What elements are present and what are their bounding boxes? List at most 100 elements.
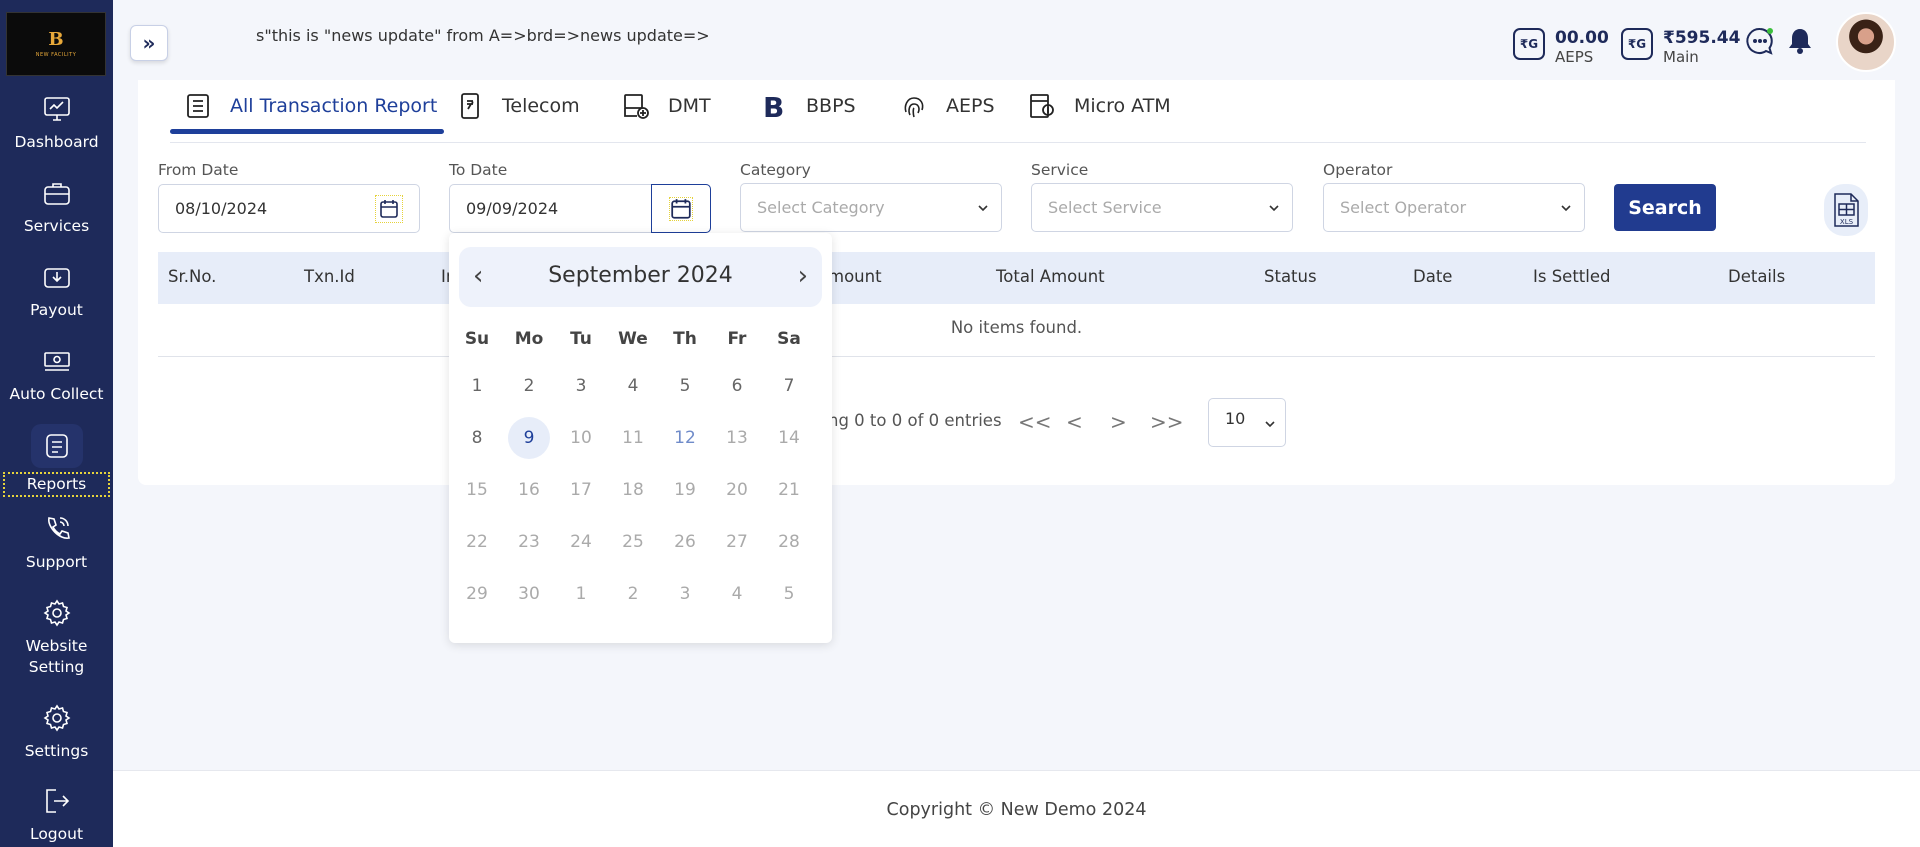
tab-bbps[interactable]: B BBPS bbox=[760, 80, 856, 132]
calendar-day[interactable]: 4 bbox=[612, 365, 654, 407]
gear-icon bbox=[43, 704, 70, 732]
sidebar-item-support[interactable]: Support bbox=[0, 514, 113, 573]
calendar-day[interactable]: 16 bbox=[508, 469, 550, 511]
bell-icon[interactable] bbox=[1785, 26, 1815, 56]
wallet-amount: 00.00 bbox=[1555, 28, 1609, 48]
tab-aeps[interactable]: AEPS bbox=[900, 80, 995, 132]
calendar-day[interactable]: 4 bbox=[716, 573, 758, 615]
tab-label: DMT bbox=[668, 95, 711, 117]
from-date-field[interactable]: 08/10/2024 bbox=[158, 184, 420, 233]
service-label: Service bbox=[1031, 161, 1089, 179]
calendar-day[interactable]: 12 bbox=[664, 417, 706, 459]
sidebar-item-reports[interactable]: Reports bbox=[0, 424, 113, 497]
calendar-month-label: September 2024 bbox=[548, 263, 733, 288]
first-page-button[interactable]: << bbox=[1018, 410, 1052, 434]
to-date-value: 09/09/2024 bbox=[466, 199, 559, 218]
calendar-day[interactable]: 15 bbox=[456, 469, 498, 511]
calendar-day[interactable]: 18 bbox=[612, 469, 654, 511]
tab-telecom[interactable]: Telecom bbox=[456, 80, 580, 132]
sidebar-item-label: Payout bbox=[30, 301, 83, 319]
avatar[interactable] bbox=[1836, 12, 1896, 72]
cash-icon bbox=[43, 352, 70, 371]
chevron-down-icon bbox=[1269, 205, 1279, 212]
wallet-label: Main bbox=[1663, 48, 1699, 66]
logout-icon bbox=[45, 789, 69, 813]
calendar-day[interactable]: 3 bbox=[560, 365, 602, 407]
calendar-day[interactable]: 6 bbox=[716, 365, 758, 407]
calendar-day[interactable]: 24 bbox=[560, 521, 602, 563]
calendar-day[interactable]: 10 bbox=[560, 417, 602, 459]
to-date-calendar-button[interactable] bbox=[651, 184, 711, 233]
sidebar: B NEW FACILITY Dashboard Services Payout… bbox=[0, 0, 113, 847]
chat-icon[interactable] bbox=[1745, 26, 1775, 56]
tab-micro-atm[interactable]: Micro ATM bbox=[1028, 80, 1171, 132]
calendar-day[interactable]: 21 bbox=[768, 469, 810, 511]
page-size-select[interactable]: 10 bbox=[1208, 398, 1286, 447]
calendar-day[interactable]: 14 bbox=[768, 417, 810, 459]
sidebar-item-payout[interactable]: Payout bbox=[0, 262, 113, 321]
page-size-value: 10 bbox=[1225, 409, 1246, 428]
from-date-label: From Date bbox=[158, 161, 239, 179]
date-picker-popup: ‹ September 2024 › Su Mo Tu We Th Fr Sa 1 2 3 4 5 6 7… bbox=[449, 233, 832, 643]
calendar-day[interactable]: 5 bbox=[664, 365, 706, 407]
prev-page-button[interactable]: < bbox=[1066, 410, 1083, 434]
sidebar-item-settings[interactable]: Settings bbox=[0, 703, 113, 762]
active-tab-indicator bbox=[170, 129, 444, 134]
sidebar-item-dashboard[interactable]: Dashboard bbox=[0, 94, 113, 153]
next-month-button[interactable]: › bbox=[798, 261, 808, 291]
calendar-day[interactable]: 27 bbox=[716, 521, 758, 563]
logo-subtitle: NEW FACILITY bbox=[35, 52, 77, 58]
sidebar-toggle-button[interactable]: » bbox=[130, 25, 168, 61]
calendar-day[interactable]: 2 bbox=[508, 365, 550, 407]
calendar-day[interactable]: 26 bbox=[664, 521, 706, 563]
to-date-field[interactable]: 09/09/2024 bbox=[449, 184, 711, 233]
calendar-day[interactable]: 28 bbox=[768, 521, 810, 563]
calendar-day[interactable]: 30 bbox=[508, 573, 550, 615]
calendar-day[interactable]: 8 bbox=[456, 417, 498, 459]
tab-all-transaction-report[interactable]: All Transaction Report bbox=[184, 80, 437, 132]
calendar-day[interactable]: 13 bbox=[716, 417, 758, 459]
weekday-header: Fr bbox=[727, 329, 747, 349]
sidebar-item-auto-collect[interactable]: Auto Collect bbox=[0, 346, 113, 405]
calendar-day[interactable]: 22 bbox=[456, 521, 498, 563]
reports-icon bbox=[45, 434, 68, 458]
service-placeholder: Select Service bbox=[1048, 198, 1162, 217]
column-header: Details bbox=[1728, 267, 1786, 286]
empty-table-message: No items found. bbox=[950, 318, 1083, 337]
calendar-day[interactable]: 2 bbox=[612, 573, 654, 615]
calendar-day[interactable]: 17 bbox=[560, 469, 602, 511]
wallet-main: ₹G ₹595.44 Main bbox=[1621, 28, 1740, 66]
calendar-day[interactable]: 29 bbox=[456, 573, 498, 615]
tab-label: Telecom bbox=[502, 95, 580, 117]
search-button[interactable]: Search bbox=[1614, 184, 1716, 231]
from-date-calendar-button[interactable] bbox=[375, 195, 403, 223]
calendar-day[interactable]: 19 bbox=[664, 469, 706, 511]
calendar-day[interactable]: 9 bbox=[508, 417, 550, 459]
tab-dmt[interactable]: DMT bbox=[622, 80, 711, 132]
service-select[interactable]: Select Service bbox=[1031, 183, 1293, 232]
sidebar-item-logout[interactable]: Logout bbox=[0, 786, 113, 845]
from-date-value: 08/10/2024 bbox=[175, 199, 268, 218]
last-page-button[interactable]: >> bbox=[1150, 410, 1184, 434]
sidebar-item-label: Auto Collect bbox=[9, 385, 104, 403]
calendar-day[interactable]: 11 bbox=[612, 417, 654, 459]
calendar-icon bbox=[380, 200, 398, 218]
calendar-day[interactable]: 3 bbox=[664, 573, 706, 615]
export-xls-button[interactable]: XLS bbox=[1824, 184, 1868, 236]
next-page-button[interactable]: > bbox=[1110, 410, 1127, 434]
column-header: Is Settled bbox=[1533, 267, 1611, 286]
phone-icon bbox=[47, 517, 70, 539]
category-select[interactable]: Select Category bbox=[740, 183, 1002, 232]
calendar-day[interactable]: 1 bbox=[560, 573, 602, 615]
calendar-day[interactable]: 20 bbox=[716, 469, 758, 511]
tab-label: All Transaction Report bbox=[230, 95, 438, 117]
calendar-day[interactable]: 23 bbox=[508, 521, 550, 563]
sidebar-item-website-setting[interactable]: Website Setting bbox=[0, 598, 113, 678]
chevron-down-icon bbox=[1561, 205, 1571, 212]
operator-select[interactable]: Select Operator bbox=[1323, 183, 1585, 232]
calendar-day[interactable]: 5 bbox=[768, 573, 810, 615]
calendar-day[interactable]: 1 bbox=[456, 365, 498, 407]
sidebar-item-services[interactable]: Services bbox=[0, 178, 113, 237]
calendar-day[interactable]: 7 bbox=[768, 365, 810, 407]
calendar-day[interactable]: 25 bbox=[612, 521, 654, 563]
